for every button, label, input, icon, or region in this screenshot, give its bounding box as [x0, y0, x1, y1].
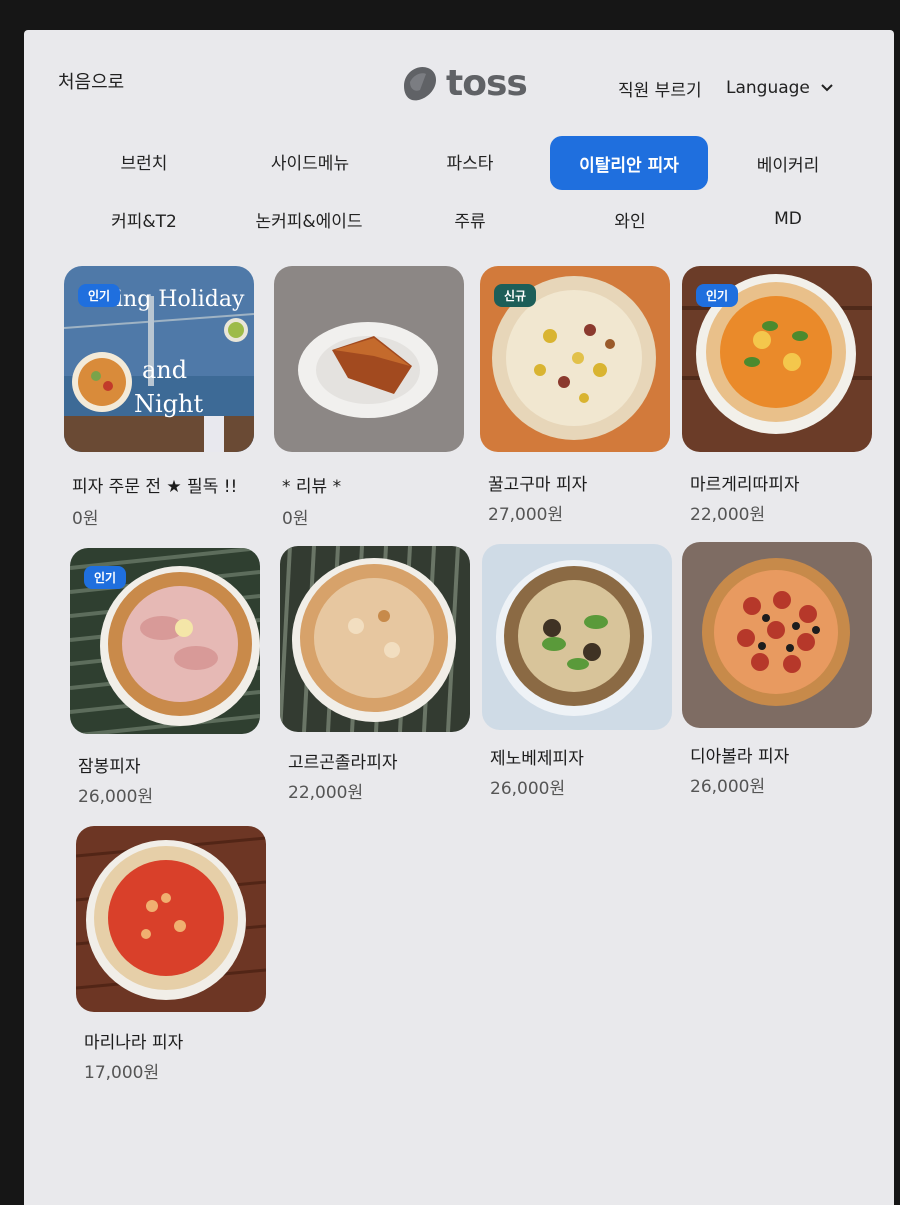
- menu-item-image[interactable]: [682, 542, 872, 728]
- menu-item-price: 26,000원: [690, 777, 766, 797]
- tab-alcohol[interactable]: 주류: [410, 192, 530, 246]
- call-staff-button[interactable]: 직원 부르기: [618, 76, 702, 101]
- kiosk-screen: 처음으로 toss 직원 부르기 Language 브런치 사이드메뉴 파스타 …: [24, 30, 894, 1205]
- menu-item-name: 디아볼라 피자: [690, 747, 790, 767]
- image-caption-line3: Night: [134, 390, 203, 418]
- image-caption-line2: and: [142, 356, 187, 384]
- tab-md[interactable]: MD: [728, 192, 848, 246]
- menu-item-name: * 리뷰 *: [282, 477, 342, 497]
- menu-item-price: 17,000원: [84, 1063, 160, 1083]
- new-badge: 신규: [494, 284, 537, 307]
- menu-item-image[interactable]: 신규: [480, 266, 670, 452]
- menu-item-name: 제노베제피자: [490, 749, 584, 769]
- tab-pasta[interactable]: 파스타: [410, 134, 530, 188]
- menu-item-price: 22,000원: [288, 783, 364, 803]
- menu-item-name: 꿀고구마 피자: [488, 475, 588, 495]
- tab-bakery[interactable]: 베이커리: [728, 136, 848, 190]
- menu-item-name: 마리나라 피자: [84, 1033, 184, 1053]
- language-selector[interactable]: Language: [726, 78, 834, 98]
- menu-item-name: 잠봉피자: [78, 757, 141, 777]
- menu-item-price: 22,000원: [690, 505, 766, 525]
- menu-item-image[interactable]: [280, 546, 470, 732]
- menu-item-name: 마르게리따피자: [690, 475, 800, 495]
- tab-wine[interactable]: 와인: [570, 192, 690, 246]
- toss-logo-icon: [404, 66, 436, 101]
- tab-non-coffee-ade[interactable]: 논커피&에이드: [238, 192, 380, 246]
- menu-item-image[interactable]: [76, 826, 266, 1012]
- menu-item-image[interactable]: [274, 266, 464, 452]
- menu-item-price: 0원: [72, 509, 99, 529]
- tab-brunch[interactable]: 브런치: [84, 134, 204, 188]
- logo-text: toss: [446, 62, 528, 104]
- tab-side-menu[interactable]: 사이드메뉴: [240, 134, 380, 188]
- home-button[interactable]: 처음으로: [58, 68, 124, 94]
- menu-item-name: 피자 주문 전 ★ 필독 !!: [72, 477, 238, 497]
- header: 처음으로 toss 직원 부르기 Language: [24, 30, 894, 130]
- brand-logo: toss: [396, 60, 528, 106]
- image-caption-line1: ing Holiday: [116, 287, 245, 312]
- menu-item-name: 고르곤졸라피자: [288, 753, 398, 773]
- popular-badge: 인기: [78, 284, 121, 307]
- language-label: Language: [726, 78, 810, 98]
- menu-item-price: 26,000원: [78, 787, 154, 807]
- popular-badge: 인기: [696, 284, 739, 307]
- tab-italian-pizza[interactable]: 이탈리안 피자: [550, 136, 708, 190]
- popular-badge: 인기: [84, 566, 127, 589]
- menu-item-image[interactable]: [482, 544, 672, 730]
- menu-item-price: 0원: [282, 509, 309, 529]
- menu-item-image[interactable]: 인기: [682, 266, 872, 452]
- tab-coffee-t2[interactable]: 커피&T2: [84, 192, 204, 246]
- menu-item-price: 26,000원: [490, 779, 566, 799]
- menu-item-image[interactable]: 인기: [70, 548, 260, 734]
- menu-item-price: 27,000원: [488, 505, 564, 525]
- chevron-down-icon: [821, 84, 833, 92]
- menu-item-image[interactable]: ing Holiday and Night 인기: [64, 266, 254, 452]
